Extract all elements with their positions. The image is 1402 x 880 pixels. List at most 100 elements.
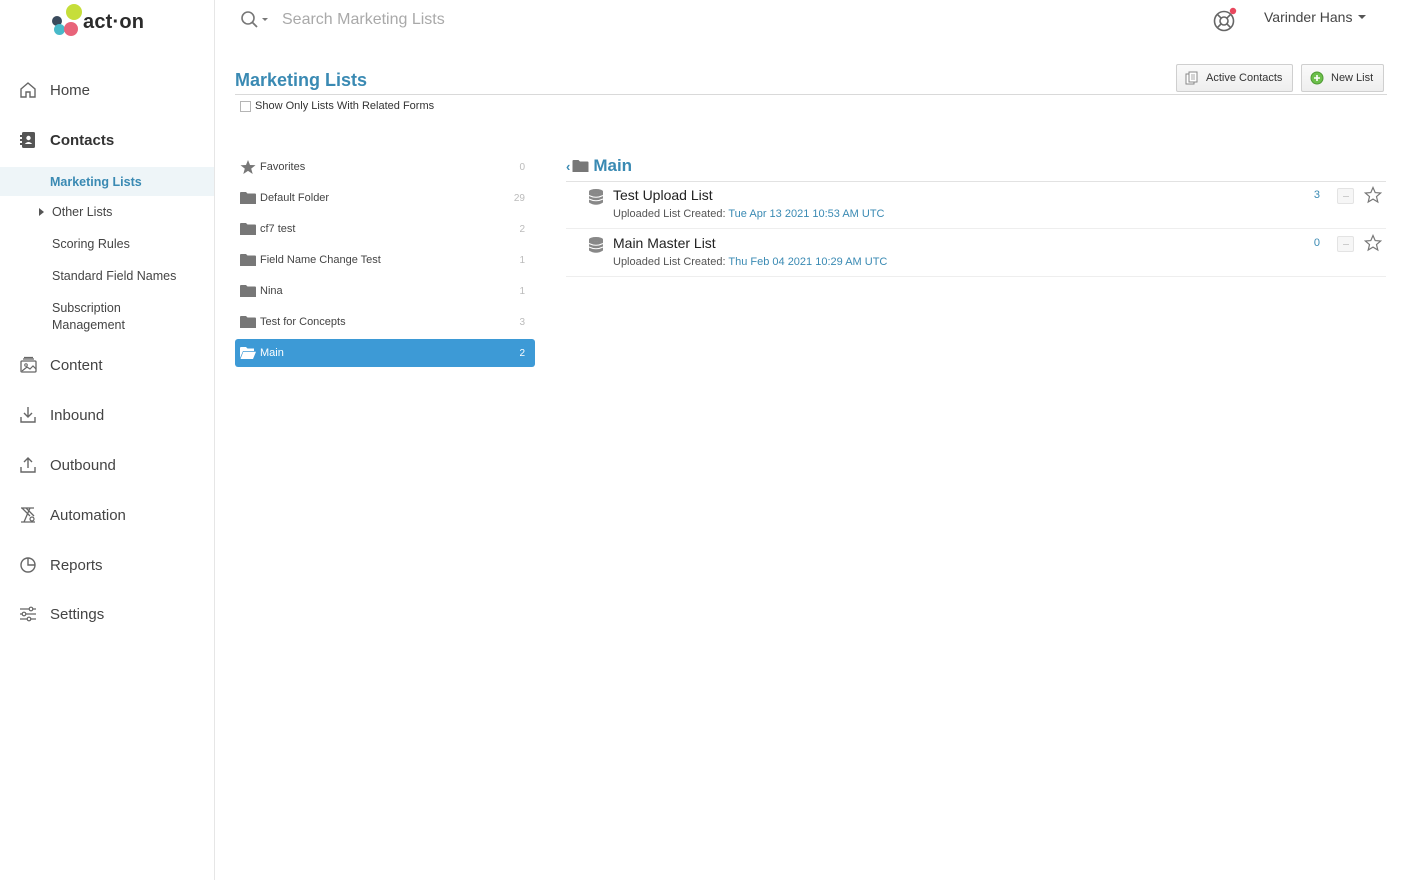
related-forms-filter[interactable]: Show Only Lists With Related Forms (240, 100, 434, 112)
folder-nina[interactable]: Nina 1 (235, 277, 535, 305)
automation-icon (21, 507, 35, 523)
folder-icon (240, 316, 256, 328)
remove-button[interactable] (1337, 188, 1354, 204)
list-name[interactable]: Test Upload List (613, 187, 713, 203)
new-list-button[interactable]: New List (1301, 64, 1385, 92)
nav-outbound-label: Outbound (50, 456, 116, 474)
reports-icon (20, 557, 36, 573)
related-forms-label: Show Only Lists With Related Forms (255, 100, 435, 112)
folder-icon (240, 223, 256, 235)
list-name[interactable]: Main Master List (613, 235, 716, 251)
star-outline-icon[interactable] (1364, 234, 1382, 252)
folder-name: Test for Concepts (260, 316, 346, 328)
database-icon (588, 189, 604, 205)
logo-mark (66, 4, 82, 20)
folder-field-name-change-test[interactable]: Field Name Change Test 1 (235, 246, 535, 274)
nav-automation-label: Automation (50, 506, 126, 524)
folder-count: 1 (519, 285, 525, 297)
folder-name: Favorites (260, 161, 306, 173)
related-forms-checkbox[interactable] (240, 100, 251, 112)
list-count[interactable]: 0 (1314, 237, 1320, 249)
chevron-down-icon (1358, 15, 1367, 19)
outbound-icon (20, 457, 36, 473)
list-item[interactable]: Main Master List Uploaded List Created: … (566, 230, 1386, 277)
folder-cf7-test[interactable]: cf7 test 2 (235, 215, 535, 243)
folder-name: Nina (260, 285, 283, 297)
caret-right-icon[interactable] (39, 208, 44, 216)
nav-reports-label: Reports (50, 556, 103, 574)
list-meta-label: Uploaded List Created: (613, 208, 726, 220)
page-title: Marketing Lists (235, 70, 368, 90)
list-item[interactable]: Test Upload List Uploaded List Created: … (566, 182, 1386, 229)
subnav-standard-field-names-label: Standard Field Names (52, 269, 177, 283)
contacts-icon (20, 132, 35, 148)
user-name: Varinder Hans (1264, 9, 1353, 25)
nav-home[interactable]: Home (0, 75, 214, 105)
search-input[interactable] (282, 8, 682, 32)
notification-dot-icon (1229, 7, 1237, 15)
copy-icon (1185, 71, 1198, 85)
add-icon (1310, 71, 1324, 85)
act-on-logo[interactable]: act·on (52, 4, 152, 38)
folder-name: Main (260, 347, 284, 359)
list-created-date: Tue Apr 13 2021 10:53 AM UTC (728, 208, 885, 220)
nav-settings[interactable]: Settings (0, 599, 214, 629)
header-divider (235, 94, 1387, 95)
subnav-other-lists[interactable]: Other Lists (0, 204, 214, 224)
list-meta: Uploaded List Created: Tue Apr 13 2021 1… (613, 208, 885, 220)
nav-content[interactable]: Content (0, 350, 214, 380)
active-contacts-button[interactable]: Active Contacts (1176, 64, 1294, 92)
folder-main[interactable]: Main 2 (235, 339, 535, 367)
user-menu[interactable]: Varinder Hans (1264, 9, 1367, 25)
folder-name: Field Name Change Test (260, 254, 381, 266)
settings-icon (20, 606, 36, 622)
new-list-label: New List (1331, 72, 1374, 84)
back-chevron-icon[interactable]: ‹ (566, 159, 570, 174)
folder-icon (240, 254, 256, 266)
folder-count: 1 (519, 254, 525, 266)
database-icon (588, 237, 604, 253)
star-outline-icon[interactable] (1364, 186, 1382, 204)
current-folder-title: Main (593, 156, 633, 175)
help-icon[interactable] (1212, 7, 1238, 33)
nav-reports[interactable]: Reports (0, 550, 214, 580)
folder-count: 2 (519, 223, 525, 235)
folder-default-folder[interactable]: Default Folder 29 (235, 184, 535, 212)
folder-count: 0 (519, 161, 525, 173)
subnav-marketing-lists-label: Marketing Lists (50, 175, 142, 189)
folder-name: Default Folder (260, 192, 330, 204)
logo-mark-dot (64, 22, 78, 36)
folder-icon (572, 160, 589, 172)
subnav-scoring-rules[interactable]: Scoring Rules (0, 236, 214, 256)
logo-wordmark: act·on (83, 11, 145, 33)
search-icon[interactable] (240, 10, 272, 30)
star-icon (240, 160, 256, 174)
subnav-scoring-rules-label: Scoring Rules (52, 237, 130, 251)
folder-count: 2 (519, 347, 525, 359)
inbound-icon (20, 407, 36, 423)
nav-settings-label: Settings (50, 605, 105, 623)
folder-count: 3 (519, 316, 525, 328)
subnav-subscription-management-label: Subscription Management (52, 301, 125, 332)
list-meta: Uploaded List Created: Thu Feb 04 2021 1… (613, 256, 887, 268)
list-meta-label: Uploaded List Created: (613, 256, 726, 268)
folder-favorites[interactable]: Favorites 0 (235, 153, 535, 181)
folder-test-for-concepts[interactable]: Test for Concepts 3 (235, 308, 535, 336)
nav-contacts[interactable]: Contacts (0, 125, 214, 155)
subnav-subscription-management[interactable]: Subscription Management (0, 300, 214, 336)
folder-name: cf7 test (260, 223, 296, 235)
list-count[interactable]: 3 (1314, 189, 1320, 201)
nav-content-label: Content (50, 356, 103, 374)
nav-outbound[interactable]: Outbound (0, 450, 214, 480)
folder-icon (240, 192, 256, 204)
nav-automation[interactable]: Automation (0, 500, 214, 530)
list-created-date: Thu Feb 04 2021 10:29 AM UTC (728, 256, 888, 268)
remove-button[interactable] (1337, 236, 1354, 252)
folder-open-icon (240, 347, 256, 359)
subnav-standard-field-names[interactable]: Standard Field Names (0, 268, 214, 288)
subnav-marketing-lists[interactable]: Marketing Lists (0, 167, 214, 196)
folder-icon (240, 285, 256, 297)
content-icon (20, 356, 37, 373)
nav-home-label: Home (50, 81, 91, 99)
nav-inbound[interactable]: Inbound (0, 400, 214, 430)
